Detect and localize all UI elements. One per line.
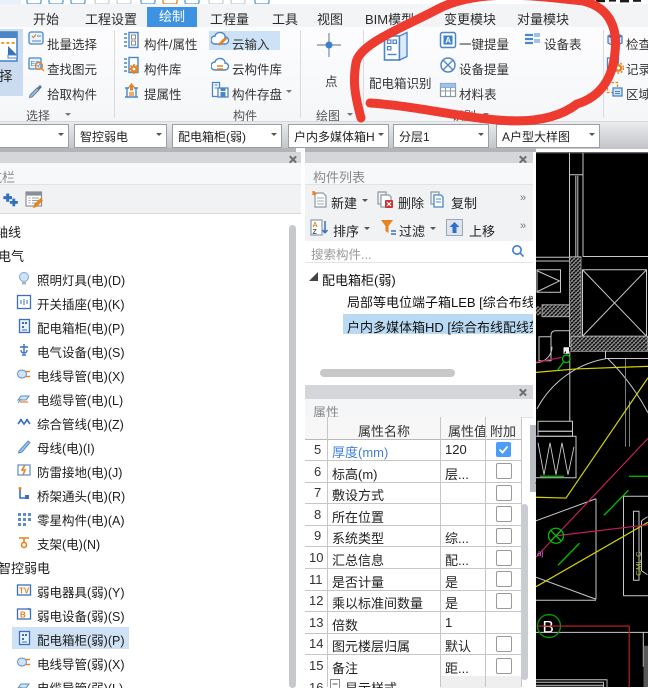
svg-text:GML-C: GML-C [634, 551, 643, 576]
svg-text:B: B [20, 611, 26, 620]
svg-text:A: A [313, 222, 318, 229]
svg-text:B: B [543, 617, 554, 636]
svg-text:Z: Z [313, 229, 318, 236]
svg-text:aj: aj [537, 548, 543, 557]
svg-text:TV: TV [19, 587, 30, 596]
